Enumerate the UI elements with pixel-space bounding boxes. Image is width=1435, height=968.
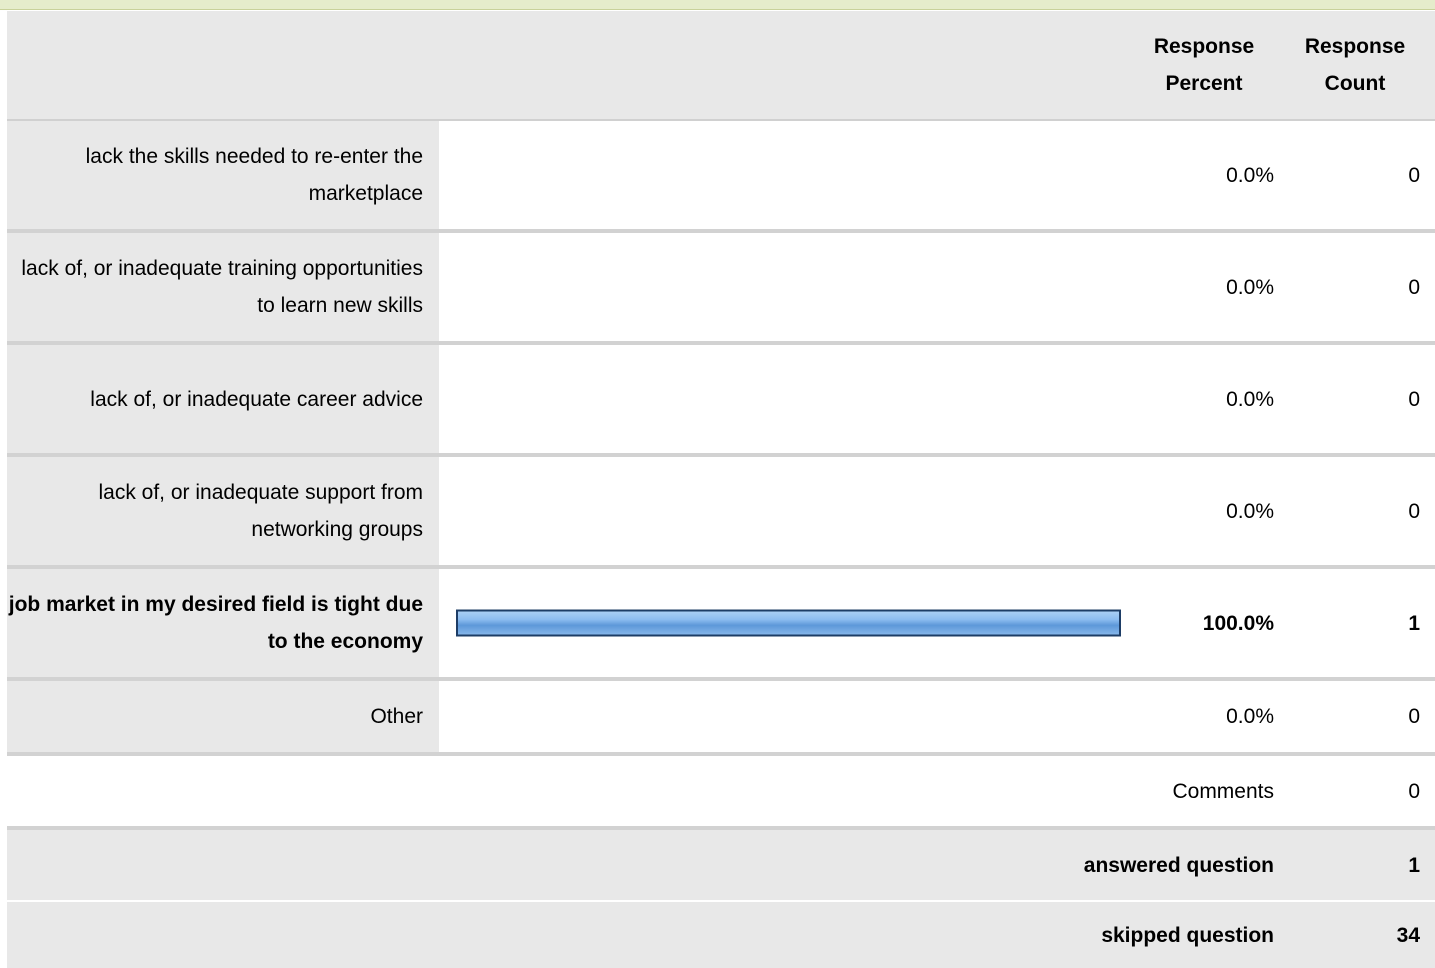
response-count: 0 bbox=[1275, 121, 1435, 229]
answered-question-label: answered question bbox=[1083, 853, 1274, 877]
response-percent: 0.0% bbox=[1134, 457, 1275, 565]
survey-results-table: Response Percent Response Count lack the… bbox=[0, 0, 1435, 968]
table-row: lack of, or inadequate career advice 0.0… bbox=[7, 345, 1435, 457]
answer-label: lack the skills needed to re-enter the m… bbox=[7, 121, 439, 229]
header-response-percent: Response Percent bbox=[1134, 11, 1275, 119]
answer-label: Other bbox=[7, 681, 439, 752]
response-count: 0 bbox=[1275, 457, 1435, 565]
comments-row: Comments 0 bbox=[7, 756, 1435, 830]
response-bar bbox=[456, 609, 1121, 637]
header-count-line2: Count bbox=[1324, 72, 1386, 95]
header-percent-line1: Response bbox=[1153, 35, 1255, 58]
response-count: 1 bbox=[1275, 569, 1435, 677]
bar-cell bbox=[439, 121, 1134, 229]
response-percent: 100.0% bbox=[1134, 569, 1275, 677]
answer-label: lack of, or inadequate support from netw… bbox=[7, 457, 439, 565]
response-count: 0 bbox=[1275, 233, 1435, 341]
response-percent: 0.0% bbox=[1134, 233, 1275, 341]
skipped-question-row: skipped question 34 bbox=[7, 902, 1435, 968]
bar-cell bbox=[439, 569, 1134, 677]
header-percent-line2: Percent bbox=[1165, 72, 1243, 95]
table-row: job market in my desired field is tight … bbox=[7, 569, 1435, 681]
table-row: Other 0.0% 0 bbox=[7, 681, 1435, 756]
response-count: 0 bbox=[1275, 345, 1435, 453]
answer-label: job market in my desired field is tight … bbox=[7, 569, 439, 677]
comments-label[interactable]: Comments bbox=[1047, 756, 1275, 826]
bar-cell bbox=[439, 681, 1134, 752]
header-count-line1: Response bbox=[1304, 35, 1406, 58]
skipped-question-count: 34 bbox=[1396, 923, 1420, 947]
skipped-question-label: skipped question bbox=[1101, 923, 1274, 947]
table-header: Response Percent Response Count bbox=[7, 11, 1435, 121]
bar-cell bbox=[439, 233, 1134, 341]
header-response-count: Response Count bbox=[1275, 11, 1435, 119]
answered-question-row: answered question 1 bbox=[7, 830, 1435, 902]
table-row: lack of, or inadequate training opportun… bbox=[7, 233, 1435, 345]
table-row: lack of, or inadequate support from netw… bbox=[7, 457, 1435, 569]
response-percent: 0.0% bbox=[1134, 121, 1275, 229]
top-strip bbox=[0, 0, 1435, 10]
answer-label: lack of, or inadequate career advice bbox=[7, 345, 439, 453]
comments-count: 0 bbox=[1275, 756, 1435, 826]
answer-label: lack of, or inadequate training opportun… bbox=[7, 233, 439, 341]
response-count: 0 bbox=[1275, 681, 1435, 752]
answered-question-count: 1 bbox=[1408, 853, 1420, 877]
table-row: lack the skills needed to re-enter the m… bbox=[7, 121, 1435, 233]
bar-cell bbox=[439, 345, 1134, 453]
bar-cell bbox=[439, 457, 1134, 565]
response-percent: 0.0% bbox=[1134, 345, 1275, 453]
response-percent: 0.0% bbox=[1134, 681, 1275, 752]
